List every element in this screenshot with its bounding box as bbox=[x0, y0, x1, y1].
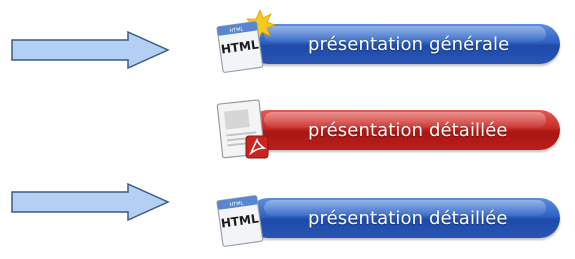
right-arrow-icon bbox=[11, 30, 170, 70]
html-document-icon: HTML HTML bbox=[210, 184, 276, 250]
button-label: présentation générale bbox=[308, 34, 510, 55]
html-document-icon: HTML HTML bbox=[210, 8, 277, 76]
html-overview-button[interactable]: HTML HTML présentation générale bbox=[208, 8, 563, 78]
button-label: présentation détaillée bbox=[308, 120, 508, 141]
pdf-detailed-button[interactable]: présentation détaillée bbox=[208, 96, 563, 164]
button-label: présentation détaillée bbox=[308, 208, 508, 229]
right-arrow-icon bbox=[11, 182, 170, 222]
pointer-arrow-2 bbox=[10, 182, 170, 222]
html-detailed-button[interactable]: HTML HTML présentation détaillée bbox=[208, 184, 563, 252]
pointer-arrow-1 bbox=[10, 30, 170, 70]
pdf-document-icon bbox=[210, 96, 276, 162]
